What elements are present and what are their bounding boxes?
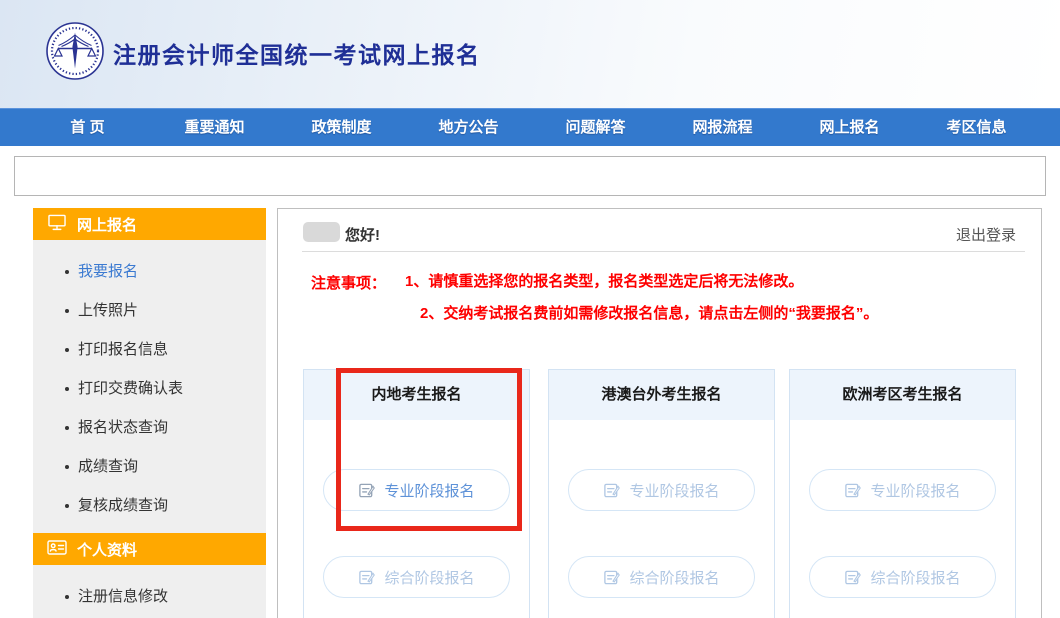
notice-list: 1、请慎重选择您的报名类型，报名类型选定后将无法修改。 2、交纳考试报名费前如需修… [405,272,878,336]
edit-doc-icon [603,482,620,499]
sidebar-section-title: 网上报名 [77,214,137,235]
sidebar-section-header: 网上报名 [33,208,266,240]
card-title: 内地考生报名 [304,370,529,420]
sidebar-item-注册信息修改[interactable]: 注册信息修改 [33,577,266,616]
button-label: 专业阶段报名 [629,480,719,501]
button-label: 综合阶段报名 [384,567,474,588]
cicpa-emblem-icon [45,21,105,81]
edit-doc-icon [603,569,620,586]
logout-link[interactable]: 退出登录 [956,224,1016,245]
sidebar-item-打印报名信息[interactable]: 打印报名信息 [33,330,266,369]
edit-doc-icon [844,569,861,586]
sidebar-item-报名状态查询[interactable]: 报名状态查询 [33,408,266,447]
sidebar-list: 我要报名上传照片打印报名信息打印交费确认表报名状态查询成绩查询复核成绩查询 [33,240,266,533]
edit-doc-icon [358,569,375,586]
announcement-bar [14,156,1046,196]
divider [302,251,1025,252]
main-nav: 首 页重要通知政策制度地方公告问题解答网报流程网上报名考区信息 [0,108,1060,146]
sidebar-list: 注册信息修改 [33,565,266,618]
button-港澳台外考生报名-专业阶段报名[interactable]: 专业阶段报名 [568,469,755,511]
monitor-icon [47,214,67,235]
button-港澳台外考生报名-综合阶段报名[interactable]: 综合阶段报名 [568,556,755,598]
nav-item-重要通知[interactable]: 重要通知 [151,109,278,146]
card-港澳台外考生报名: 港澳台外考生报名专业阶段报名综合阶段报名 [548,369,775,618]
button-内地考生报名-综合阶段报名[interactable]: 综合阶段报名 [323,556,510,598]
sidebar-item-复核成绩查询[interactable]: 复核成绩查询 [33,486,266,525]
notice-label: 注意事项： [311,272,386,293]
redacted-username [303,222,340,242]
card-title: 欧洲考区考生报名 [790,370,1015,420]
notice-item: 2、交纳考试报名费前如需修改报名信息，请点击左侧的“我要报名”。 [420,304,878,323]
button-内地考生报名-专业阶段报名[interactable]: 专业阶段报名 [323,469,510,511]
sidebar-item-成绩查询[interactable]: 成绩查询 [33,447,266,486]
nav-item-问题解答[interactable]: 问题解答 [532,109,659,146]
edit-doc-icon [844,482,861,499]
sidebar: 网上报名我要报名上传照片打印报名信息打印交费确认表报名状态查询成绩查询复核成绩查… [33,208,266,618]
sidebar-item-上传照片[interactable]: 上传照片 [33,291,266,330]
nav-item-网上报名[interactable]: 网上报名 [786,109,913,146]
id-card-icon [47,539,67,560]
card-欧洲考区考生报名: 欧洲考区考生报名专业阶段报名综合阶段报名 [789,369,1016,618]
nav-item-考区信息[interactable]: 考区信息 [913,109,1040,146]
button-label: 专业阶段报名 [870,480,960,501]
page-header: 注册会计师全国统一考试网上报名 [0,0,1060,108]
nav-item-政策制度[interactable]: 政策制度 [278,109,405,146]
button-欧洲考区考生报名-综合阶段报名[interactable]: 综合阶段报名 [809,556,996,598]
card-title: 港澳台外考生报名 [549,370,774,420]
button-label: 综合阶段报名 [629,567,719,588]
greeting-text: 您好! [345,224,380,245]
main-panel: 您好! 退出登录 注意事项： 1、请慎重选择您的报名类型，报名类型选定后将无法修… [277,208,1042,618]
sidebar-item-我要报名[interactable]: 我要报名 [33,252,266,291]
sidebar-item-打印交费确认表[interactable]: 打印交费确认表 [33,369,266,408]
notice-item: 1、请慎重选择您的报名类型，报名类型选定后将无法修改。 [405,272,878,291]
sidebar-section-header: 个人资料 [33,533,266,565]
sidebar-section-title: 个人资料 [77,539,137,560]
edit-doc-icon [358,482,375,499]
page-title: 注册会计师全国统一考试网上报名 [113,36,481,70]
nav-item-网报流程[interactable]: 网报流程 [659,109,786,146]
card-内地考生报名: 内地考生报名专业阶段报名综合阶段报名 [303,369,530,618]
button-label: 专业阶段报名 [384,480,474,501]
nav-item-首页[interactable]: 首 页 [24,109,151,146]
nav-item-地方公告[interactable]: 地方公告 [405,109,532,146]
button-欧洲考区考生报名-专业阶段报名[interactable]: 专业阶段报名 [809,469,996,511]
button-label: 综合阶段报名 [870,567,960,588]
